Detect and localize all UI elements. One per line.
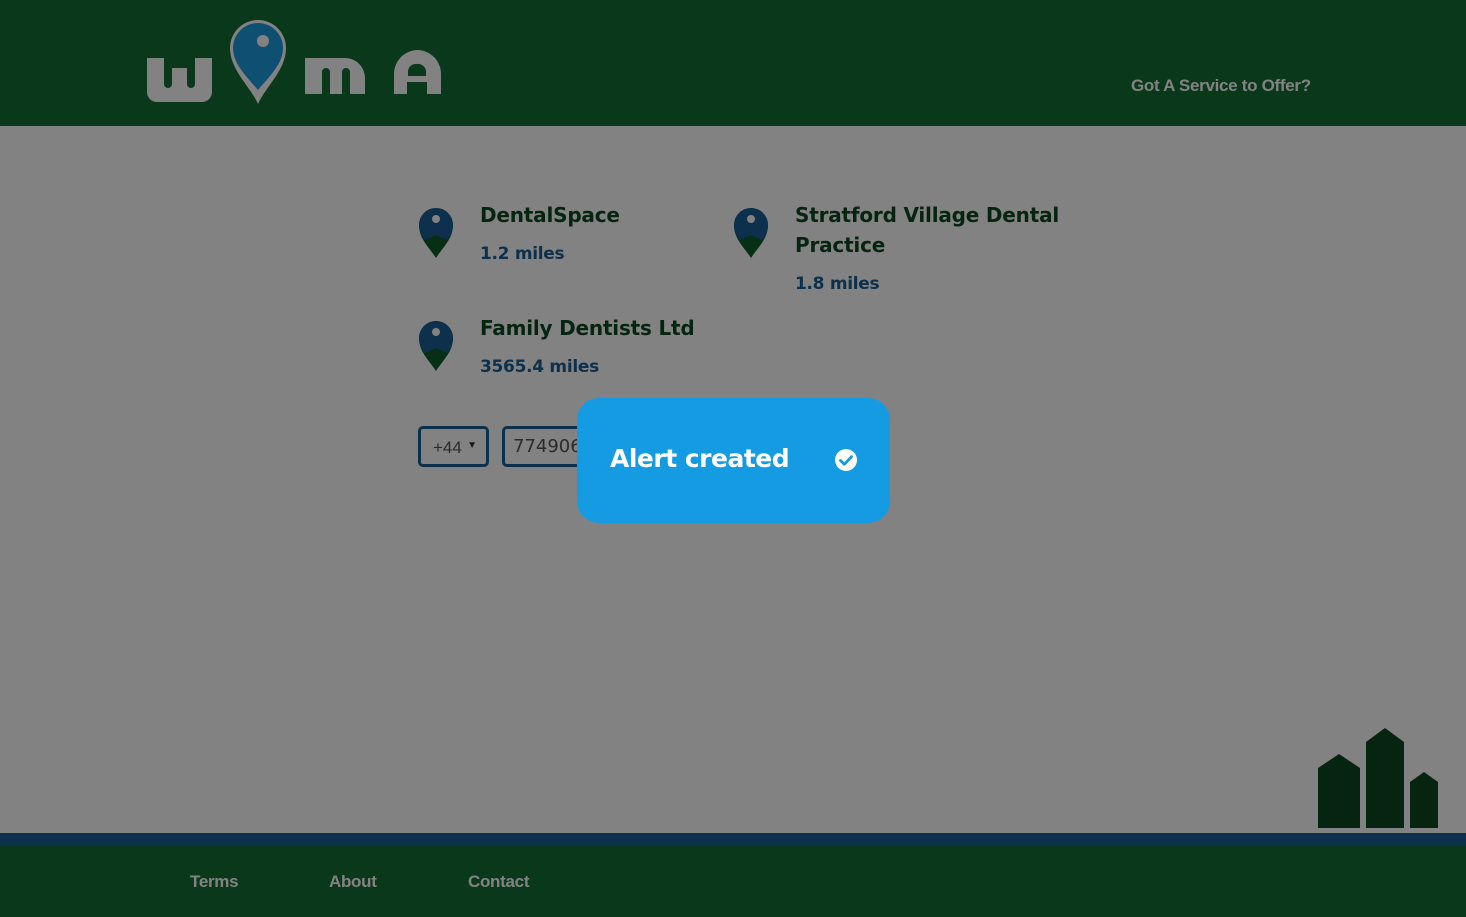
alert-toast: Alert created	[577, 398, 890, 523]
check-circle-icon	[834, 448, 858, 472]
toast-message: Alert created	[610, 444, 790, 473]
